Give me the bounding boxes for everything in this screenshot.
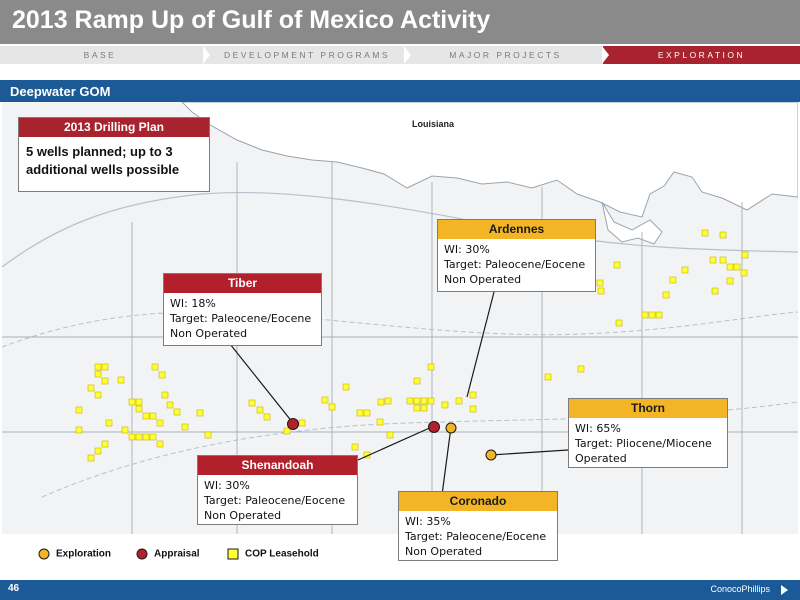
drilling-plan-title: 2013 Drilling Plan [19,118,209,137]
section-nav: BASE DEVELOPMENT PROGRAMS MAJOR PROJECTS… [0,46,800,64]
drilling-plan-text: 5 wells planned; up to 3 additional well… [19,137,209,185]
ardennes-status: Non Operated [444,273,522,286]
shenandoah-appraisal-marker [428,421,440,433]
page-number: 46 [8,583,20,594]
tab-development-programs[interactable]: DEVELOPMENT PROGRAMS [212,46,402,64]
page-title: 2013 Ramp Up of Gulf of Mexico Activity [12,6,491,34]
thorn-exploration-marker [485,449,497,461]
nav-separator-icon [203,46,210,64]
tiber-status: Non Operated [170,327,248,340]
coronado-title: Coronado [399,492,557,511]
legend-exploration: Exploration [38,548,111,560]
legend-appraisal: Appraisal [136,548,200,560]
shenandoah-wi: WI: 30% [204,479,250,492]
thorn-title: Thorn [569,399,727,418]
company-logo: ConocoPhillips [710,584,770,594]
tiber-appraisal-marker [287,418,299,430]
block-grid [2,162,798,534]
coronado-callout: Coronado WI: 35% Target: Paleocene/Eocen… [398,491,558,561]
coronado-wi: WI: 35% [405,515,451,528]
ardennes-callout: Ardennes WI: 30% Target: Paleocene/Eocen… [437,219,596,292]
coronado-target: Target: Paleocene/Eocene [405,530,547,543]
louisiana-label: Louisiana [412,119,455,129]
thorn-callout: Thorn WI: 65% Target: Pliocene/Miocene O… [568,398,728,468]
ardennes-wi: WI: 30% [444,243,490,256]
ardennes-title: Ardennes [438,220,595,239]
appraisal-dot-icon [136,548,148,560]
tab-base[interactable]: BASE [0,46,200,64]
legend-leasehold: COP Leasehold [227,548,319,560]
thorn-status: Operated [575,452,627,465]
coronado-status: Non Operated [405,545,483,558]
tiber-wi: WI: 18% [170,297,216,310]
legend-appraisal-label: Appraisal [154,548,200,560]
thorn-wi: WI: 65% [575,422,621,435]
drilling-plan-line: 5 wells planned; up to 3 [26,144,173,159]
shenandoah-target: Target: Paleocene/Eocene [204,494,346,507]
leasehold-square-icon [227,548,239,560]
land-area [181,102,798,218]
section-title: Deepwater GOM [10,84,111,99]
tiber-title: Tiber [164,274,321,293]
legend-exploration-label: Exploration [56,548,112,560]
legend-leasehold-label: COP Leasehold [245,548,319,560]
shelf-contour [2,191,798,268]
nav-separator-icon [404,46,411,64]
ardennes-exploration-marker [445,422,457,434]
title-bar: 2013 Ramp Up of Gulf of Mexico Activity [0,0,800,44]
thorn-target: Target: Pliocene/Miocene [575,437,712,450]
shenandoah-callout: Shenandoah WI: 30% Target: Paleocene/Eoc… [197,455,358,525]
tiber-callout: Tiber WI: 18% Target: Paleocene/Eocene N… [163,273,322,346]
tab-major-projects[interactable]: MAJOR PROJECTS [413,46,598,64]
drilling-plan-line: additional wells possible [26,162,180,177]
tab-exploration[interactable]: EXPLORATION [603,46,800,64]
ardennes-target: Target: Paleocene/Eocene [444,258,586,271]
nav-separator-icon [602,46,609,64]
next-arrow-icon[interactable] [781,585,788,595]
shenandoah-status: Non Operated [204,509,282,522]
shelf-contour [2,311,798,348]
drilling-plan-box: 2013 Drilling Plan 5 wells planned; up t… [18,117,210,192]
tiber-target: Target: Paleocene/Eocene [170,312,312,325]
shenandoah-title: Shenandoah [198,456,357,475]
section-header: Deepwater GOM [0,80,800,102]
exploration-dot-icon [38,548,50,560]
footer-bar: 46 ConocoPhillips [0,580,800,600]
